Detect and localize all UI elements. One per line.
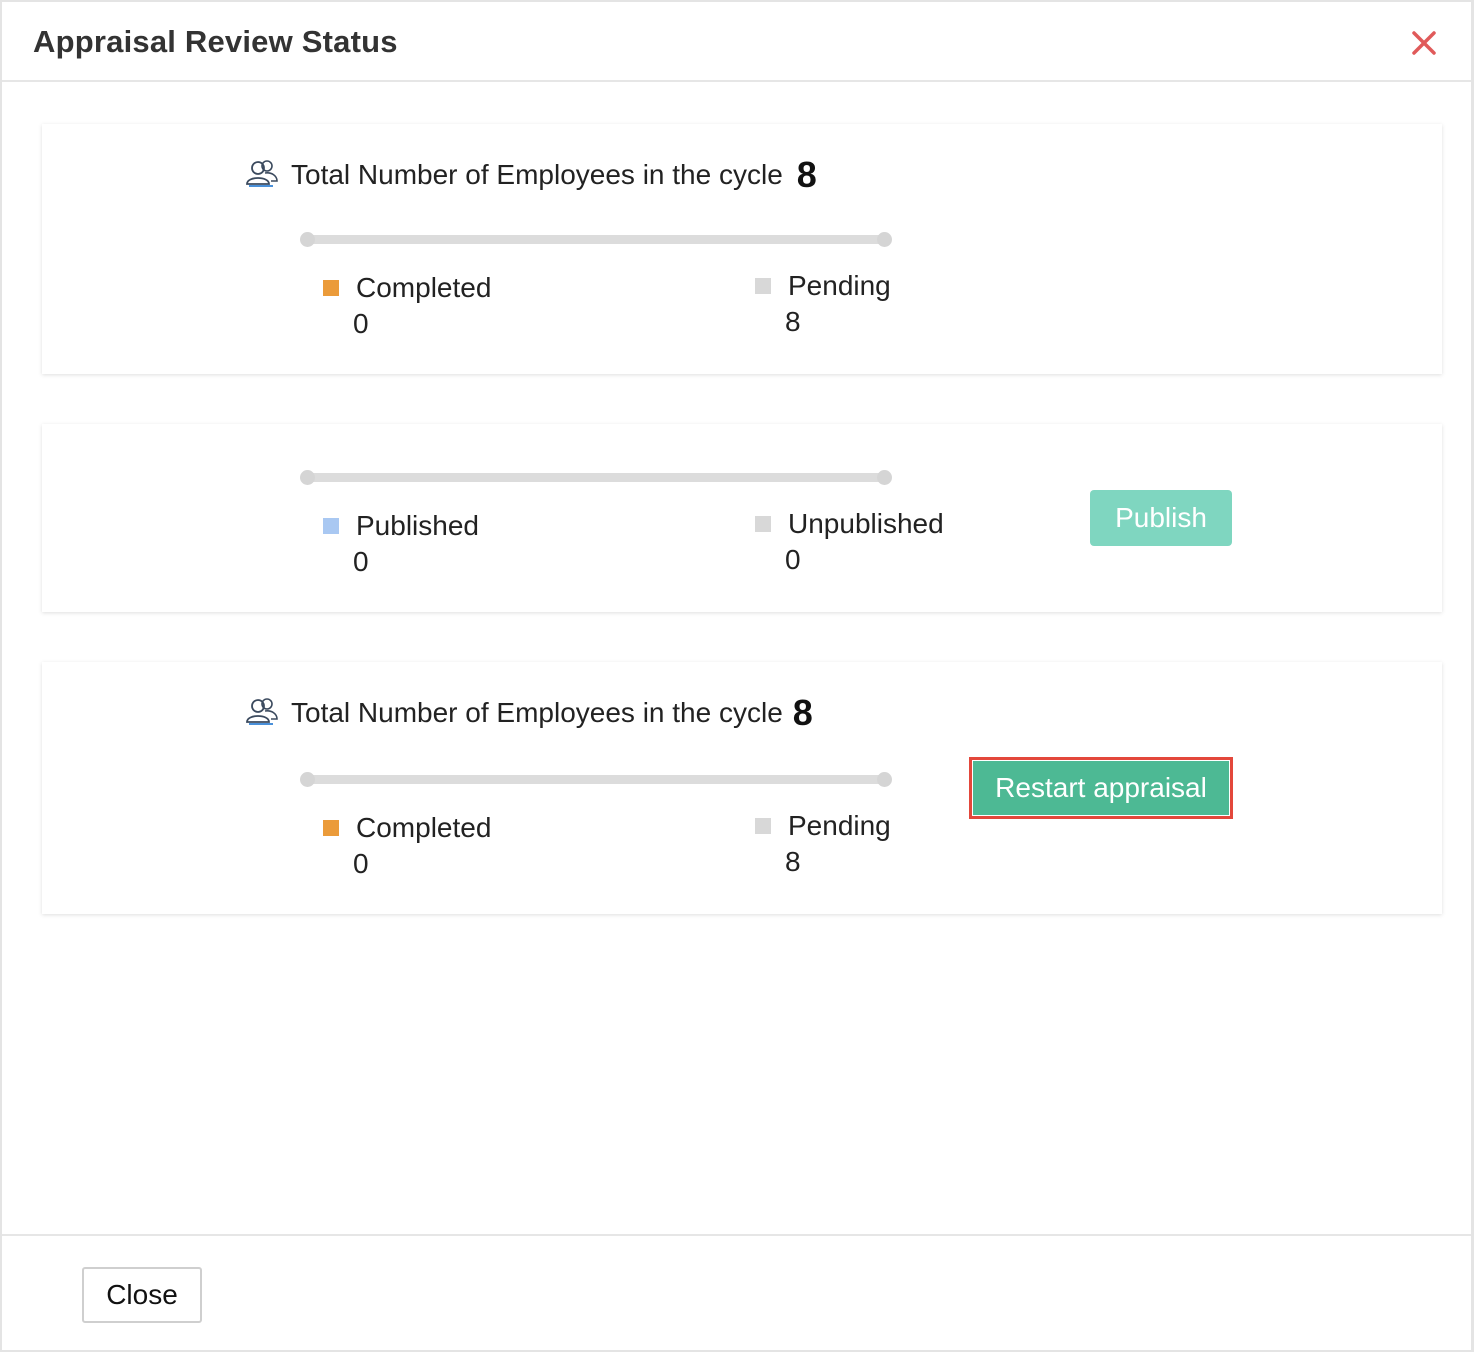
dialog-footer: Close bbox=[2, 1234, 1471, 1350]
restart-appraisal-card: Total Number of Employees in the cycle 8… bbox=[42, 662, 1442, 914]
pending-count: 8 bbox=[785, 846, 801, 877]
unpublished-count: 0 bbox=[785, 544, 801, 575]
publish-progress-bar bbox=[300, 470, 892, 485]
appraisal-review-dialog: Appraisal Review Status Total Number of … bbox=[0, 0, 1474, 1352]
publish-button[interactable]: Publish bbox=[1090, 490, 1232, 546]
total-employees-row: Total Number of Employees in the cycle 8 bbox=[245, 154, 817, 196]
restart-appraisal-button[interactable]: Restart appraisal bbox=[973, 761, 1229, 815]
pending-label: Pending bbox=[788, 810, 891, 841]
pending-label: Pending bbox=[788, 270, 891, 301]
pending-swatch bbox=[755, 818, 771, 834]
dialog-title: Appraisal Review Status bbox=[33, 24, 398, 59]
total-employees-row: Total Number of Employees in the cycle 8 bbox=[245, 692, 813, 734]
total-employees-label: Total Number of Employees in the cycle bbox=[291, 159, 783, 190]
completed-label: Completed bbox=[356, 272, 492, 303]
users-icon bbox=[245, 696, 279, 731]
publish-status-card: Published 0 Unpublished 0 Publish bbox=[42, 424, 1442, 612]
pending-swatch bbox=[755, 278, 771, 294]
published-swatch bbox=[323, 518, 339, 534]
completed-swatch bbox=[323, 280, 339, 296]
published-label: Published bbox=[356, 510, 479, 541]
pending-count: 8 bbox=[785, 306, 801, 337]
published-count: 0 bbox=[353, 546, 369, 577]
restart-progress-bar bbox=[300, 772, 892, 787]
completed-swatch bbox=[323, 820, 339, 836]
unpublished-swatch bbox=[755, 516, 771, 532]
review-status-card: Total Number of Employees in the cycle 8… bbox=[42, 124, 1442, 374]
users-icon bbox=[245, 158, 279, 193]
completed-label: Completed bbox=[356, 812, 492, 843]
completed-count: 0 bbox=[353, 848, 369, 879]
total-employees-label: Total Number of Employees in the cycle bbox=[291, 697, 783, 728]
total-employees-count: 8 bbox=[792, 692, 813, 733]
completed-count: 0 bbox=[353, 308, 369, 339]
unpublished-label: Unpublished bbox=[788, 508, 944, 539]
close-x-icon[interactable] bbox=[1407, 26, 1441, 60]
dialog-header: Appraisal Review Status bbox=[2, 2, 1471, 82]
total-employees-count: 8 bbox=[796, 154, 817, 195]
close-button[interactable]: Close bbox=[82, 1267, 202, 1323]
restart-appraisal-highlight: Restart appraisal bbox=[969, 757, 1233, 819]
review-progress-bar bbox=[300, 232, 892, 247]
